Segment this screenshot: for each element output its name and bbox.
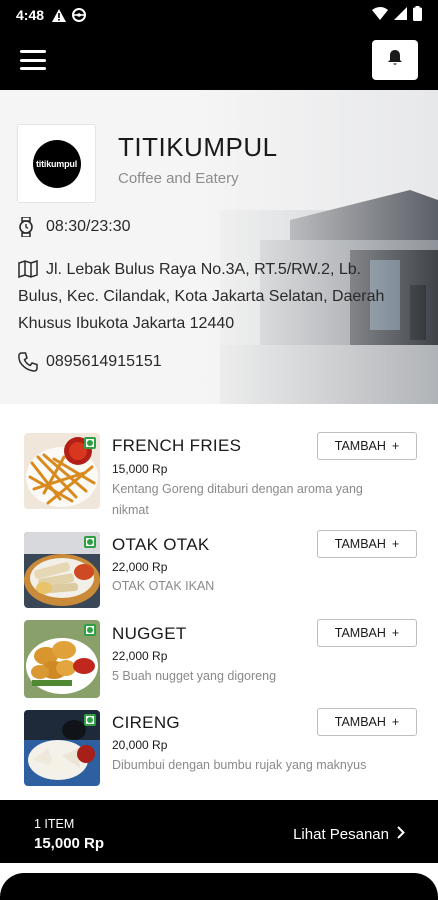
store-address-text: Jl. Lebak Bulus Raya No.3A, RT.5/RW.2, L…	[18, 261, 385, 332]
hamburger-menu-icon[interactable]	[20, 50, 46, 70]
menu-item-name: OTAK OTAK	[112, 535, 210, 554]
store-hours-text: 08:30/23:30	[46, 218, 131, 235]
view-order-button[interactable]: Lihat Pesanan	[293, 826, 405, 843]
menu-list: FRENCH FRIES 15,000 Rp Kentang Goreng di…	[0, 404, 438, 800]
menu-item-name: CIRENG	[112, 713, 180, 732]
cart-total: 15,000 Rp	[34, 835, 105, 852]
system-navigation-bar	[0, 873, 438, 900]
add-to-cart-button[interactable]: TAMBAH +	[317, 619, 417, 647]
app-bar	[0, 30, 438, 90]
menu-item-price: 22,000 Rp	[112, 560, 168, 574]
status-time: 4:48	[16, 7, 45, 23]
map-icon	[18, 256, 40, 282]
plus-icon: +	[391, 626, 400, 640]
menu-item-name: FRENCH FRIES	[112, 436, 242, 455]
menu-item-description: Dibumbui dengan bumbu rujak yang maknyus	[112, 758, 367, 772]
phone-icon	[18, 349, 40, 375]
add-to-cart-button[interactable]: TAMBAH +	[317, 530, 417, 558]
menu-item-description: OTAK OTAK IKAN	[112, 579, 215, 593]
menu-item-price: 22,000 Rp	[112, 649, 168, 663]
menu-item-price: 20,000 Rp	[112, 738, 168, 752]
plus-icon: +	[391, 715, 400, 729]
store-address: Jl. Lebak Bulus Raya No.3A, RT.5/RW.2, L…	[18, 256, 398, 337]
notification-bell-button[interactable]	[372, 40, 418, 80]
cart-item-count: 1 ITEM	[34, 817, 75, 831]
add-to-cart-button[interactable]: TAMBAH +	[317, 708, 417, 736]
signal-icon	[394, 7, 407, 23]
menu-item-image	[24, 620, 100, 698]
battery-icon	[413, 6, 422, 24]
store-header: titikumpul TITIKUMPUL Coffee and Eatery …	[0, 90, 438, 404]
menu-item-name: NUGGET	[112, 624, 187, 643]
store-logo-text: titikumpul	[36, 158, 77, 169]
chevron-right-icon	[397, 826, 405, 843]
menu-item-description: 5 Buah nugget yang digoreng	[112, 669, 277, 683]
wifi-icon	[372, 7, 388, 23]
add-to-cart-button[interactable]: TAMBAH +	[317, 432, 417, 460]
veg-indicator-icon	[84, 714, 96, 726]
bell-icon	[387, 49, 403, 71]
steering-wheel-icon	[72, 8, 87, 22]
veg-indicator-icon	[84, 536, 96, 548]
menu-item-price: 15,000 Rp	[112, 462, 168, 476]
plus-icon: +	[391, 537, 400, 551]
menu-item-image	[24, 710, 100, 786]
store-phone-text: 0895614915151	[46, 353, 162, 370]
menu-item-image	[24, 532, 100, 608]
warning-icon	[52, 8, 67, 22]
menu-item-description: Kentang Goreng ditaburi dengan aroma yan…	[112, 482, 363, 517]
menu-item-image	[24, 433, 100, 509]
view-order-label: Lihat Pesanan	[293, 826, 389, 843]
status-bar: 4:48	[0, 0, 438, 30]
veg-indicator-icon	[84, 624, 96, 636]
store-subtitle: Coffee and Eatery	[118, 170, 239, 187]
watch-icon	[18, 214, 40, 240]
store-phone[interactable]: 0895614915151	[18, 349, 162, 375]
plus-icon: +	[391, 439, 400, 453]
veg-indicator-icon	[84, 437, 96, 449]
store-name: TITIKUMPUL	[118, 132, 278, 162]
store-logo: titikumpul	[17, 124, 96, 203]
view-order-bar[interactable]: 1 ITEM 15,000 Rp Lihat Pesanan	[12, 806, 427, 863]
store-hours: 08:30/23:30	[18, 214, 131, 240]
